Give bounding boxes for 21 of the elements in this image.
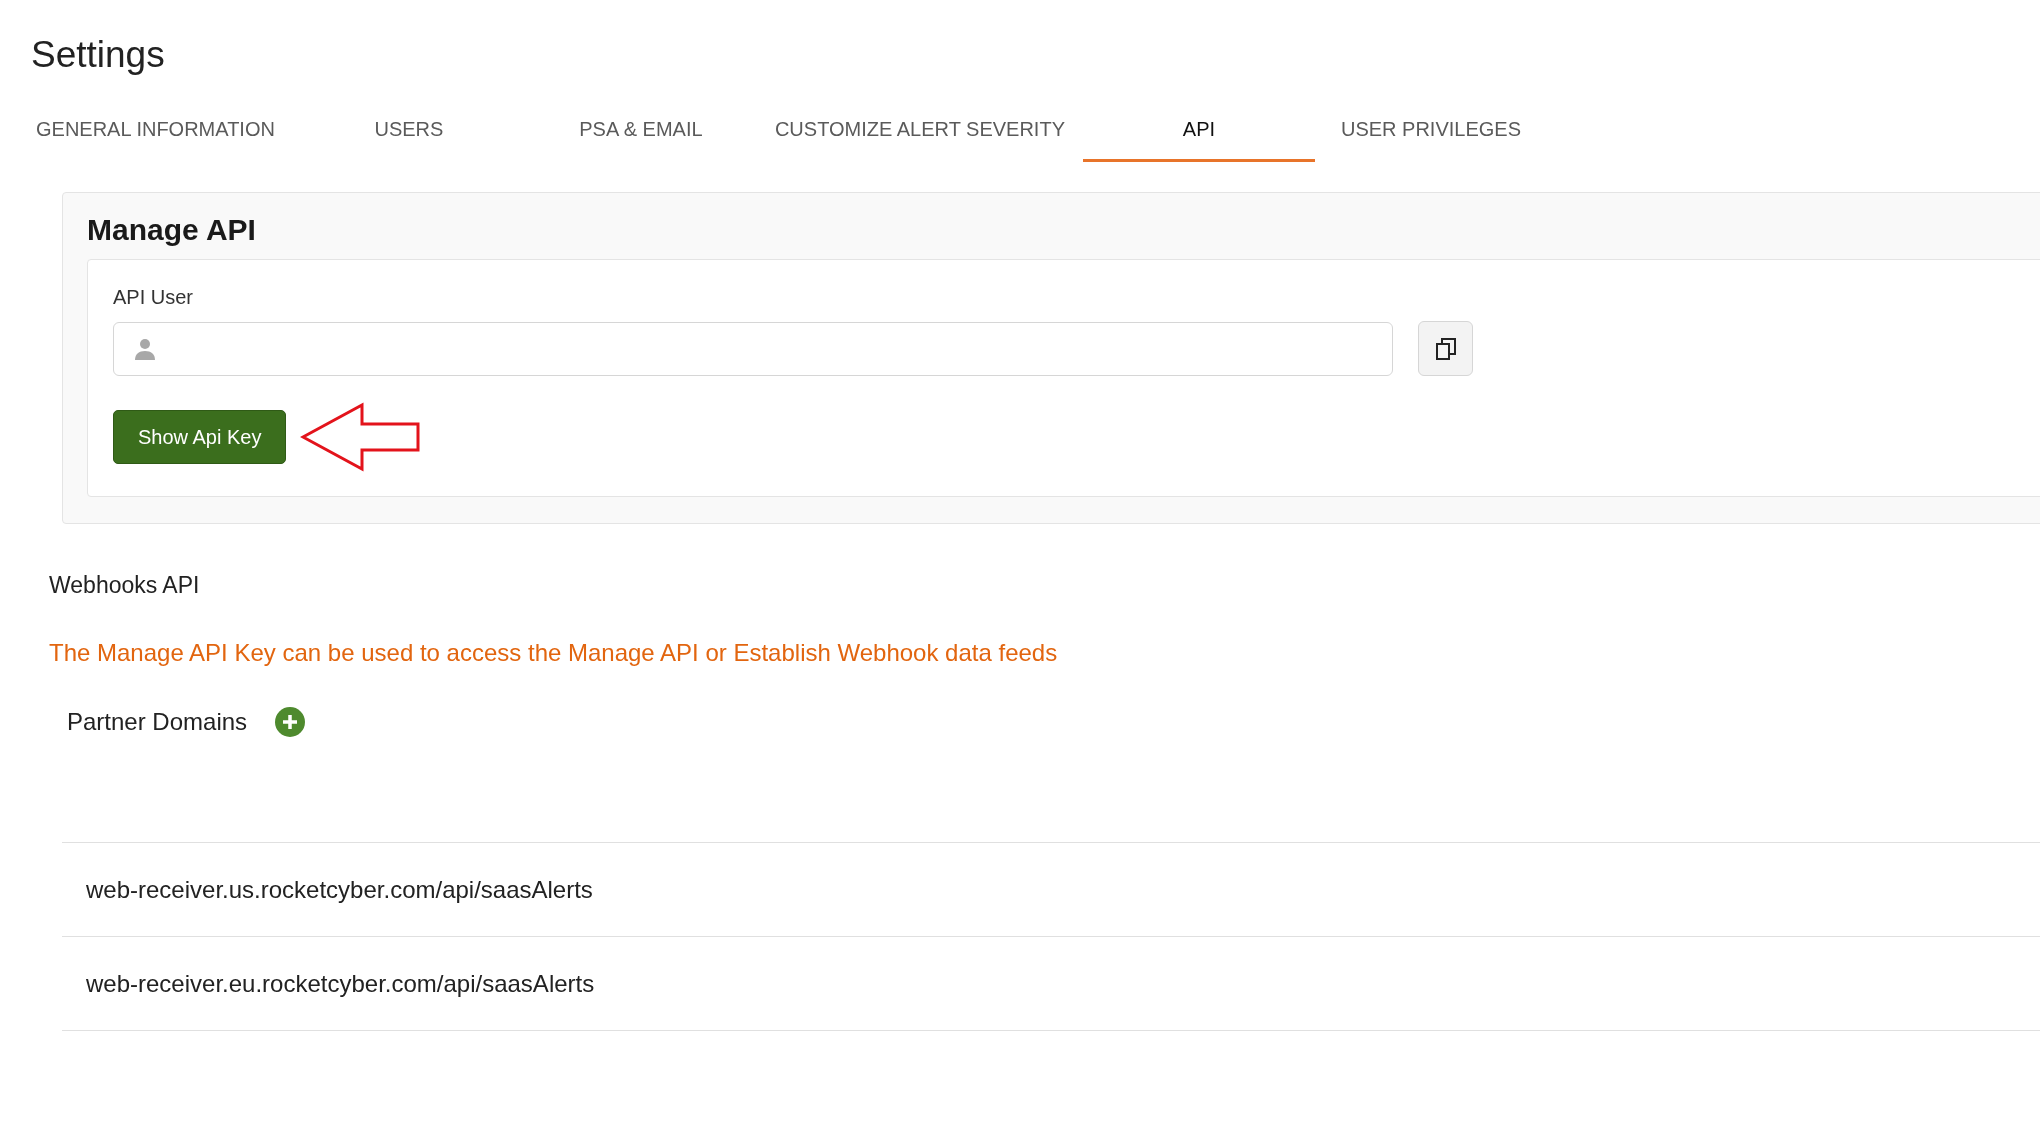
notice-text: The Manage API Key can be used to access the Manage API or Establish Webhook data feeds (49, 639, 1059, 667)
card-title: Manage API (87, 213, 257, 247)
api-user-field[interactable] (113, 321, 1393, 376)
copy-button[interactable] (1418, 321, 1473, 376)
section-title: Webhooks API (49, 572, 201, 599)
page-title: Settings (31, 34, 166, 76)
tab[interactable]: PSA & EMAIL (524, 106, 757, 162)
domain-row: web-receiver.eu.rocketcyber.com/api/saasAlerts (62, 937, 2040, 1031)
tab[interactable]: CUSTOMIZE ALERT SEVERITY (756, 106, 1083, 162)
add-icon[interactable] (275, 707, 306, 737)
partner-domains-label: Partner Domains (67, 708, 248, 736)
tab[interactable]: API (1083, 106, 1315, 162)
domain-row: web-receiver.us.rocketcyber.com/api/saasAlerts (62, 843, 2040, 937)
copy-icon (1434, 336, 1457, 361)
field-label: API User (113, 286, 195, 309)
arrow-annotation-icon (300, 402, 423, 472)
tab[interactable]: USER PRIVILEGES (1315, 106, 1547, 162)
tab[interactable]: GENERAL INFORMATION (18, 106, 293, 162)
show-api-key-button[interactable]: Show Api Key (113, 410, 287, 464)
user-icon (134, 336, 156, 361)
tab[interactable]: USERS (292, 106, 525, 162)
